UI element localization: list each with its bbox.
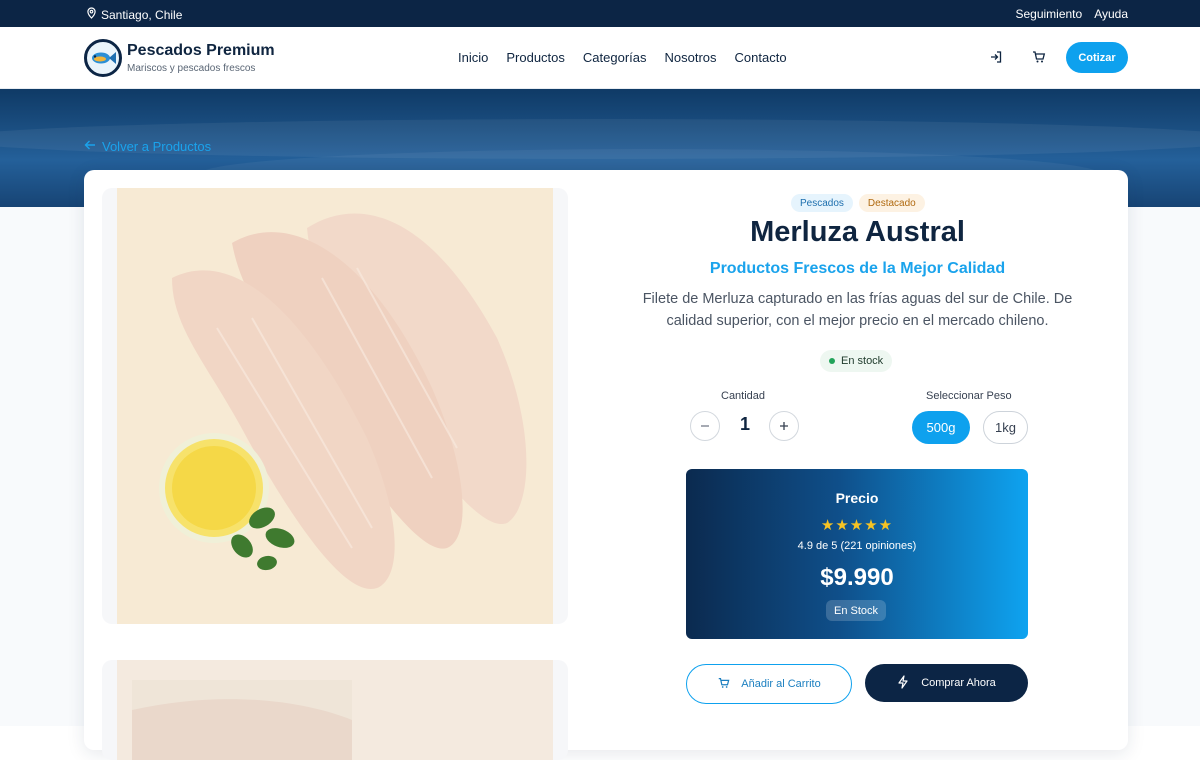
lightning-icon [897,674,909,692]
main-nav: Inicio Productos Categorías Nosotros Con… [458,50,787,65]
product-subtitle: Productos Frescos de la Mejor Calidad [709,260,1006,277]
location: Santiago, Chile [86,7,182,22]
add-to-cart-button[interactable]: Añadir al Carrito [686,664,852,704]
rating-text: 4.9 de 5 (221 opiniones) [797,540,917,552]
stock-dot-icon [829,358,835,364]
nav-productos[interactable]: Productos [506,50,565,65]
quantity-decrease-button[interactable] [690,411,720,441]
buy-now-label: Comprar Ahora [921,677,996,689]
site-header: Pescados Premium Mariscos y pescados fre… [0,27,1200,89]
location-text: Santiago, Chile [101,7,183,22]
stock-badge: En stock [820,350,893,372]
price-box: Precio ★★★★★ 4.9 de 5 (221 opiniones) $9… [686,469,1028,639]
arrow-left-icon [84,139,96,154]
nav-categorias[interactable]: Categorías [583,50,647,65]
login-icon[interactable] [988,49,1004,65]
nav-nosotros[interactable]: Nosotros [665,50,717,65]
top-bar: Santiago, Chile Seguimiento Ayuda [0,0,1200,27]
plus-icon [780,422,788,430]
product-image-secondary[interactable] [102,660,568,760]
cart-icon [717,676,731,693]
product-tags: Pescados Destacado [791,194,925,212]
rating-stars-icon: ★★★★★ [820,517,894,534]
quantity-label: Cantidad [721,390,766,402]
add-to-cart-label: Añadir al Carrito [741,678,821,690]
cart-icon[interactable] [1031,49,1047,65]
brand-logo[interactable] [84,39,122,77]
product-name: Merluza Austral [750,216,965,248]
help-link[interactable]: Ayuda [1094,7,1128,21]
weight-label: Seleccionar Peso [926,390,1012,402]
product-image-main[interactable] [102,188,568,624]
quantity-value[interactable]: 1 [730,414,760,435]
back-link-label: Volver a Productos [102,139,212,154]
weight-option-1kg[interactable]: 1kg [983,411,1028,444]
brand-subtitle: Mariscos y pescados frescos [127,63,256,74]
stock-badge-label: En stock [841,355,884,367]
price-label: Precio [835,490,879,506]
weight-option-500g[interactable]: 500g [912,411,970,444]
fish-fillet-image [117,188,553,624]
brand-title[interactable]: Pescados Premium [127,42,275,60]
quantity-increase-button[interactable] [769,411,799,441]
buy-now-button[interactable]: Comprar Ahora [865,664,1028,702]
category-tag[interactable]: Pescados [791,194,853,212]
tracking-link[interactable]: Seguimiento [1015,7,1082,21]
price-amount: $9.990 [820,564,894,591]
product-card [84,170,1128,760]
nav-contacto[interactable]: Contacto [735,50,787,65]
cotizar-button[interactable]: Cotizar [1066,42,1128,73]
back-to-products-link[interactable]: Volver a Productos [84,139,211,154]
nav-inicio[interactable]: Inicio [458,50,488,65]
featured-tag: Destacado [858,194,925,212]
product-description: Filete de Merluza capturado en las frías… [642,291,1073,329]
fish-logo-icon [92,52,116,64]
minus-icon [701,425,709,427]
price-stock-badge: En Stock [826,600,887,621]
location-pin-icon [86,7,97,22]
